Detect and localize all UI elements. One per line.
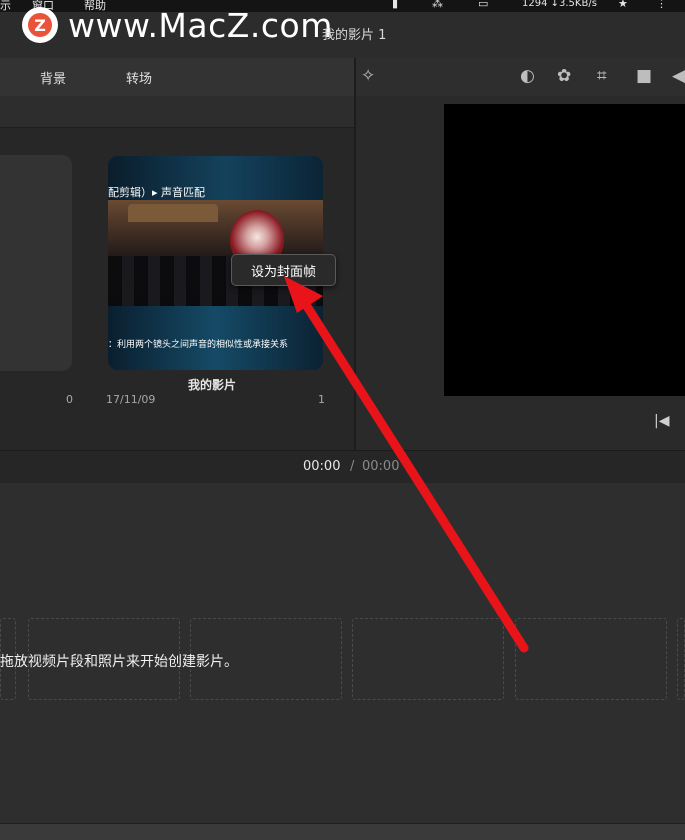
wifi-icon[interactable]: ⋮ <box>656 0 667 10</box>
window-title: 我的影片 1 <box>322 28 387 43</box>
skip-to-start-icon[interactable]: |◀ <box>654 413 669 429</box>
timecode-separator: / <box>350 459 355 474</box>
stabilization-icon[interactable]: ■ <box>636 66 652 86</box>
share-dots-icon[interactable]: ⁂ <box>432 0 443 10</box>
movie-date: 17/11/09 <box>106 393 156 406</box>
volume-icon[interactable]: ◀ <box>672 66 685 86</box>
browser-tab-bar: 背景 转场 <box>0 58 354 97</box>
video-preview[interactable] <box>444 104 685 396</box>
bottom-strip <box>0 823 685 840</box>
crop-icon[interactable]: ⌗ <box>597 66 607 86</box>
watermark-logo: Z <box>22 7 58 43</box>
browser-sub-bar <box>0 96 354 128</box>
color-balance-icon[interactable]: ◐ <box>520 66 535 86</box>
project-count: 0 <box>66 393 73 406</box>
movie-clip-count: 1 <box>318 393 325 406</box>
timecode-total: 00:00 <box>362 459 400 474</box>
timeline-empty-hint: 拖放视频片段和照片来开始创建影片。 <box>0 654 238 670</box>
star-icon[interactable]: ★ <box>618 0 628 10</box>
project-card-left[interactable] <box>0 155 72 371</box>
thumbnail-caption-bottom: ：利用两个镜头之间声音的相似性或承接关系 <box>108 340 289 350</box>
watermark: Z www.MacZ.com <box>22 4 333 46</box>
set-poster-frame-tooltip[interactable]: 设为封面帧 <box>231 254 336 286</box>
timeline-placeholder-slot <box>352 618 504 700</box>
watermark-text: www.MacZ.com <box>68 5 333 45</box>
color-correction-icon[interactable]: ✿ <box>557 66 571 86</box>
airplay-icon[interactable]: ▭ <box>478 0 488 10</box>
timeline-placeholder-slot <box>677 618 685 700</box>
bookmark-icon[interactable]: ▮ <box>392 0 398 10</box>
tab-transitions[interactable]: 转场 <box>126 68 152 87</box>
timeline-placeholder-slot <box>515 618 667 700</box>
movie-title: 我的影片 <box>188 378 237 392</box>
thumbnail-caption-top: 配剪辑）▸ 声音匹配 <box>108 186 206 199</box>
magic-wand-icon[interactable]: ✧ <box>361 66 375 86</box>
network-stats: 1294 ↓3.5KB/s <box>522 0 597 9</box>
timecode-bar <box>0 450 685 484</box>
timecode-current: 00:00 <box>303 459 341 474</box>
tab-backgrounds[interactable]: 背景 <box>40 68 66 87</box>
